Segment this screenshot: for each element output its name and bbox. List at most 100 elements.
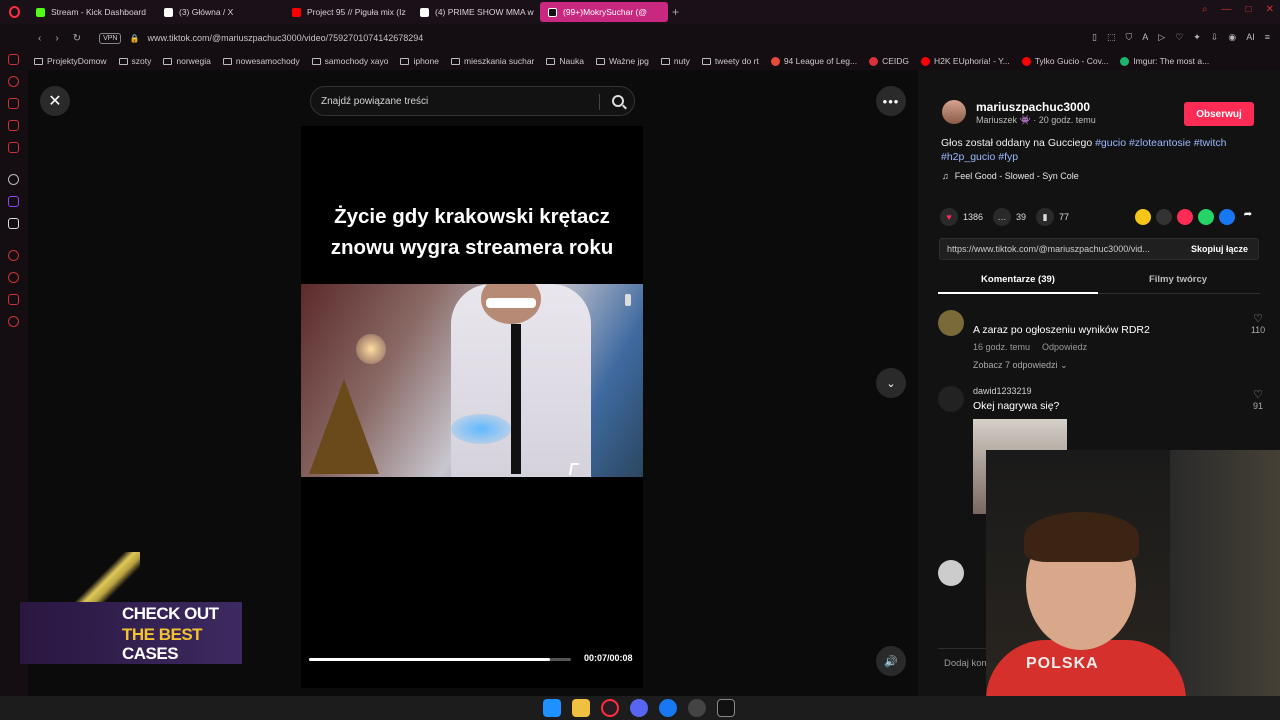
menu-icon[interactable]: ≡ [1265,32,1270,43]
bookmark-item[interactable]: iphone [400,56,439,66]
x-sidebar-icon[interactable] [8,218,19,229]
download-icon[interactable]: ⇩ [1211,32,1219,43]
adblock-icon[interactable]: ⛉ [1125,32,1132,43]
opera-logo-icon[interactable] [0,0,28,24]
facebook-icon[interactable] [1219,209,1235,225]
save-stat[interactable]: ▮ 77 [1036,208,1069,226]
close-window-button[interactable]: ✕ [1266,4,1274,15]
music-icon[interactable] [8,250,19,261]
bookmark-item[interactable]: Nauka [546,56,584,66]
tab-x-prime-show[interactable]: (4) PRIME SHOW MMA w [412,2,540,22]
heart-icon[interactable]: ♡ [1175,32,1183,43]
wallet-icon[interactable] [8,98,19,109]
vpn-badge[interactable]: VPN [99,32,122,44]
terminal-icon[interactable] [717,699,735,717]
clock-icon[interactable] [8,272,19,283]
tab-tiktok-active[interactable]: (99+)MokrySuchar (@ [540,2,668,22]
author-handle[interactable]: mariuszpachuc3000 [976,100,1090,114]
reload-icon[interactable]: ↻ [73,33,81,44]
commenter-avatar[interactable] [938,310,964,336]
follow-button[interactable]: Obserwuj [1184,102,1254,126]
bookmark-item[interactable]: ProjektyDomow [34,56,107,66]
hashtag[interactable]: #gucio [1095,137,1126,149]
chat-icon[interactable] [8,120,19,131]
bookmark-item[interactable]: Imgur: The most a... [1120,56,1209,66]
author-avatar[interactable] [942,100,966,124]
discord-icon[interactable] [630,699,648,717]
settings-icon[interactable] [8,316,19,327]
bookmark-item[interactable]: CEIDG [869,56,909,66]
tab-x-home[interactable]: (3) Główna / X [156,2,284,22]
share-link-field[interactable]: https://www.tiktok.com/@mariuszpachuc300… [939,238,1259,260]
copy-link-button[interactable]: Skopiuj łącze [1191,244,1248,254]
bookmark-item[interactable]: Tylko Gucio - Cov... [1021,56,1108,66]
translate-icon[interactable]: A [1142,32,1148,43]
tab-creator-videos[interactable]: Filmy twórcy [1098,274,1258,285]
hashtag[interactable]: #fyp [998,151,1018,163]
bookmark-item[interactable]: nuty [660,56,690,66]
commenter-avatar[interactable] [938,560,964,586]
snapshot-icon[interactable]: ⬚ [1107,32,1116,43]
search-tabs-icon[interactable]: ⌕ [1202,4,1208,15]
comment-like[interactable]: ♡ 110 [1248,312,1268,335]
music-row[interactable]: ♫ Feel Good - Slowed - Syn Cole [942,171,1079,181]
messenger-icon[interactable] [8,54,19,65]
hashtag[interactable]: #h2p_gucio [941,151,995,163]
bookmark-item[interactable]: tweety do rt [701,56,759,66]
video-progress-bar[interactable] [309,658,571,661]
tab-kick-dashboard[interactable]: Stream - Kick Dashboard [28,2,156,22]
extensions-icon[interactable]: ✦ [1193,32,1201,43]
bookmark-item[interactable]: 94 League of Leg... [770,56,857,66]
file-explorer-icon[interactable] [572,699,590,717]
bookmark-item[interactable]: Ważne jpg [595,56,649,66]
like-stat[interactable]: ♥ 1386 [940,208,983,226]
search-icon[interactable] [612,95,624,107]
bookmark-item[interactable]: norwegia [163,56,211,66]
windows-start-icon[interactable] [543,699,561,717]
repost-icon[interactable] [1135,209,1151,225]
bookmark-item[interactable]: nowesamochody [222,56,300,66]
bookmark-item[interactable]: H2K EUphoria! - Y... [921,56,1010,66]
opera-taskbar-icon[interactable] [601,699,619,717]
next-video-button[interactable]: ⌄ [876,368,906,398]
related-search-input[interactable]: Znajdź powiązane treści [310,86,635,116]
bookmark-item[interactable]: samochody xayo [311,56,388,66]
commenter-avatar[interactable] [938,386,964,412]
lock-icon[interactable]: 🔒 [129,34,139,43]
ai-icon[interactable]: AI [1246,32,1255,43]
tab-youtube-project95[interactable]: Project 95 // Pigułа mix (Iz [284,2,412,22]
player-icon[interactable]: ▷ [1158,32,1165,43]
volume-button[interactable]: 🔊 [876,646,906,676]
commenter-name[interactable]: dawid1233219 [973,386,1032,396]
comment-stat[interactable]: … 39 [993,208,1026,226]
maximize-button[interactable]: □ [1246,4,1252,15]
twitch-icon[interactable] [8,196,19,207]
extension-sidebar-icon[interactable] [8,294,19,305]
chatgpt-icon[interactable] [8,174,19,185]
tab-comments[interactable]: Komentarze (39) [938,274,1098,285]
video-player[interactable]: Życie gdy krakowski krętacz znowu wygra … [301,126,643,688]
hashtag[interactable]: #twitch [1194,137,1227,149]
send-icon[interactable] [1177,209,1193,225]
comment-like[interactable]: ♡ 91 [1248,388,1268,411]
minimize-button[interactable]: — [1222,4,1232,15]
obs-icon[interactable] [688,699,706,717]
bookmark-icon[interactable]: ▯ [1092,32,1097,43]
reply-button[interactable]: Odpowiedz [1042,342,1087,352]
mail-icon[interactable] [8,142,19,153]
history-icon[interactable] [8,76,19,87]
hashtag[interactable]: #zloteantosie [1129,137,1191,149]
bookmark-item[interactable]: mieszkania suchar [451,56,534,66]
url-field[interactable]: www.tiktok.com/@mariuszpachuc3000/video/… [147,33,423,43]
embed-icon[interactable] [1156,209,1172,225]
share-arrow-icon[interactable]: ➦ [1240,209,1256,225]
back-icon[interactable]: ‹ [38,33,41,44]
profile-icon[interactable]: ◉ [1228,32,1236,43]
forward-icon[interactable]: › [55,33,58,44]
facebook-taskbar-icon[interactable] [659,699,677,717]
close-video-button[interactable]: ✕ [40,86,70,116]
view-replies-button[interactable]: Zobacz 7 odpowiedzi ⌄ [973,360,1068,371]
new-tab-button[interactable]: + [672,5,679,19]
more-options-button[interactable]: ••• [876,86,906,116]
bookmark-item[interactable]: szoty [118,56,151,66]
